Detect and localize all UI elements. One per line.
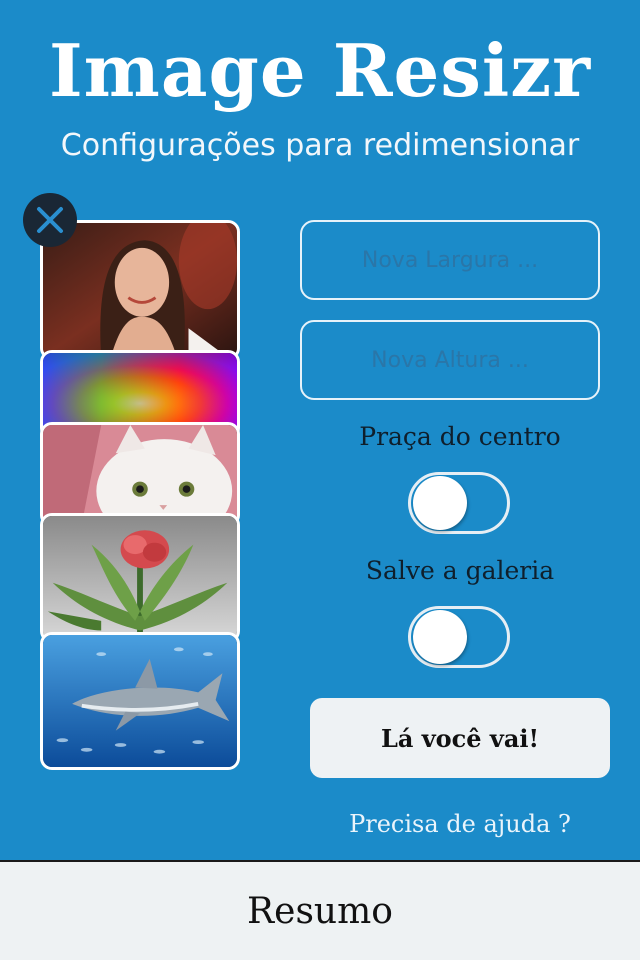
center-square-label: Praça do centro (359, 422, 561, 451)
submit-resize-button[interactable]: Lá você vai! (310, 698, 610, 778)
close-icon (37, 207, 63, 233)
cat-image (43, 425, 237, 524)
shark-image (43, 635, 237, 767)
new-height-input[interactable] (300, 320, 600, 400)
portrait-image (43, 223, 237, 357)
summary-bar[interactable]: Resumo (0, 860, 640, 960)
page-subtitle: Configurações para redimensionar (60, 128, 580, 163)
toggle-knob (413, 610, 467, 664)
center-square-toggle[interactable] (408, 472, 510, 534)
image-thumb-portrait[interactable] (40, 220, 240, 360)
new-width-input[interactable] (300, 220, 600, 300)
save-gallery-label: Salve a galeria (365, 556, 555, 585)
save-gallery-toggle[interactable] (408, 606, 510, 668)
image-stack[interactable] (40, 220, 240, 770)
summary-label: Resumo (247, 890, 393, 932)
remove-images-button[interactable] (23, 193, 77, 247)
flower-image (43, 516, 237, 640)
help-link[interactable]: Precisa de ajuda ? (300, 810, 620, 838)
image-thumb-cat[interactable] (40, 422, 240, 527)
toggle-knob (413, 476, 467, 530)
image-thumb-flower[interactable] (40, 513, 240, 643)
app-title: Image Resizr (48, 28, 592, 113)
image-thumb-shark[interactable] (40, 632, 240, 770)
